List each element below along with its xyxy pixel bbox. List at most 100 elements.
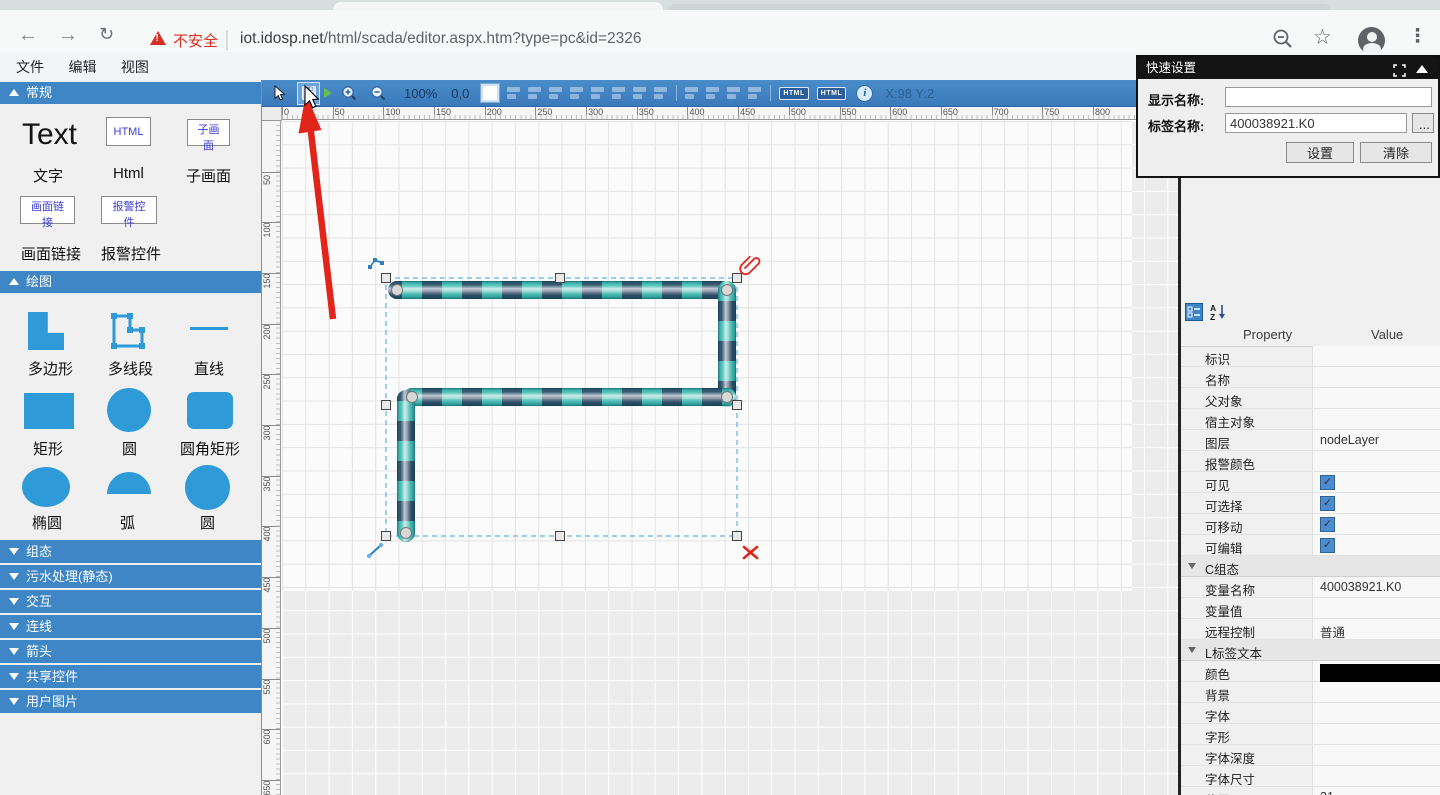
browse-tags-button[interactable]: ... [1412,113,1434,133]
property-section-row[interactable]: C组态 [1181,556,1440,577]
property-row[interactable]: 父对象 [1181,388,1440,409]
browser-menu-icon[interactable]: ⋮ [1408,25,1427,48]
ellipse-tool-icon[interactable] [22,467,70,507]
rounded-rect-tool-icon[interactable] [187,392,233,429]
property-row[interactable]: 可见✓ [1181,472,1440,493]
design-canvas[interactable] [282,121,1180,795]
property-row[interactable]: 字体深度 [1181,745,1440,766]
arc-tool-icon[interactable] [107,472,151,494]
display-name-input[interactable] [1225,87,1432,107]
info-button[interactable]: i [856,85,873,102]
property-value-cell[interactable]: 400038921.K0 [1312,577,1440,597]
order-button[interactable] [747,87,761,99]
property-value-cell[interactable] [1312,682,1440,702]
security-warning-text[interactable]: 不安全 [173,30,218,51]
address-bar[interactable]: iot.idosp.net/html/scada/editor.aspx.htm… [240,30,642,48]
property-row[interactable]: 背景 [1181,682,1440,703]
link-paperclip-icon[interactable] [740,257,759,274]
categorized-view-icon[interactable] [1185,303,1203,326]
line-tool-icon[interactable] [190,327,228,330]
property-value-cell[interactable]: ✓ [1312,472,1440,492]
property-value-cell[interactable]: ✓ [1312,514,1440,534]
pagelink-widget-button[interactable]: 画面链接 [20,196,75,224]
property-checkbox[interactable]: ✓ [1320,517,1335,532]
property-value-cell[interactable] [1312,766,1440,786]
browser-avatar[interactable] [1358,27,1385,54]
property-value-cell[interactable] [1312,346,1440,366]
html-import-button[interactable]: HTML [817,87,846,100]
active-tab[interactable] [333,2,663,10]
section-draw[interactable]: 绘图 [0,271,261,293]
property-row[interactable]: 变量值 [1181,598,1440,619]
property-checkbox[interactable]: ✓ [1320,475,1335,490]
property-value-cell[interactable] [1312,409,1440,429]
clear-button[interactable]: 清除 [1360,142,1432,163]
align-center-button[interactable] [569,87,583,99]
property-row[interactable]: 宿主对象 [1181,409,1440,430]
html-widget-button[interactable]: HTML [106,117,151,146]
zoom-out-button[interactable] [367,82,390,105]
menu-view[interactable]: 视图 [121,57,149,77]
quick-settings-titlebar[interactable]: 快速设置 [1138,57,1438,79]
same-size-button[interactable] [726,87,740,99]
circle-tool-icon[interactable] [107,388,151,432]
property-row[interactable]: 可移动✓ [1181,514,1440,535]
property-value-cell[interactable] [1312,724,1440,744]
sidebar-section-2[interactable]: 污水处理(静态) [0,565,261,588]
section-general[interactable]: 常规 [0,82,261,104]
run-button[interactable] [324,88,332,98]
resize-diagonal-icon[interactable] [367,543,383,558]
property-value-cell[interactable] [1312,661,1440,681]
subscreen-widget-button[interactable]: 子画面 [187,119,230,146]
align-bottom-button[interactable] [653,87,667,99]
same-width-button[interactable] [684,87,698,99]
property-value-cell[interactable] [1312,703,1440,723]
menu-file[interactable]: 文件 [16,57,44,77]
property-value-cell[interactable] [1312,745,1440,765]
property-value-cell[interactable]: ✓ [1312,493,1440,513]
property-row[interactable]: 变量名称400038921.K0 [1181,577,1440,598]
polyline-tool-icon[interactable] [106,308,150,359]
alarm-widget-button[interactable]: 报警控件 [101,196,157,224]
property-row[interactable]: 颜色 [1181,661,1440,682]
property-value-cell[interactable]: ✓ [1312,535,1440,555]
edit-points-icon[interactable] [368,258,384,269]
property-value-cell[interactable] [1312,598,1440,618]
delete-x-icon[interactable] [744,547,757,558]
sidebar-section-1[interactable]: 组态 [0,540,261,563]
property-row[interactable]: 报警颜色 [1181,451,1440,472]
property-row[interactable]: 可编辑✓ [1181,535,1440,556]
same-height-button[interactable] [705,87,719,99]
align-top-button[interactable] [611,87,625,99]
align-middle-button[interactable] [632,87,646,99]
menu-edit[interactable]: 编辑 [68,57,96,77]
tag-name-input[interactable] [1225,113,1407,133]
property-value-cell[interactable] [1312,388,1440,408]
property-value-cell[interactable]: 普通 [1312,619,1440,639]
text-widget-preview[interactable]: Text [22,118,77,152]
transform-tool[interactable] [527,87,541,99]
align-right-button[interactable] [590,87,604,99]
property-row[interactable]: 可选择✓ [1181,493,1440,514]
property-row[interactable]: 字体 [1181,703,1440,724]
group-tool[interactable] [506,87,520,99]
color-swatch[interactable] [1320,664,1440,684]
page-zoom-icon[interactable] [1272,28,1294,55]
property-value-cell[interactable] [1312,367,1440,387]
collapse-dialog-icon[interactable] [1416,65,1428,73]
back-icon[interactable]: ← [18,24,38,47]
pipe-segments[interactable] [388,281,736,542]
set-button[interactable]: 设置 [1286,142,1354,163]
property-checkbox[interactable]: ✓ [1320,496,1335,511]
sidebar-section-7[interactable]: 用户图片 [0,690,261,713]
zoom-in-button[interactable] [338,82,361,105]
sidebar-section-3[interactable]: 交互 [0,590,261,613]
sidebar-section-4[interactable]: 连线 [0,615,261,638]
property-row[interactable]: 位置31 [1181,787,1440,795]
property-row[interactable]: 字形 [1181,724,1440,745]
rect-tool-icon[interactable] [24,393,74,429]
property-checkbox[interactable]: ✓ [1320,538,1335,553]
property-row[interactable]: 字体尺寸 [1181,766,1440,787]
browser-tab-strip[interactable] [0,0,1440,10]
property-row[interactable]: 标识 [1181,346,1440,367]
